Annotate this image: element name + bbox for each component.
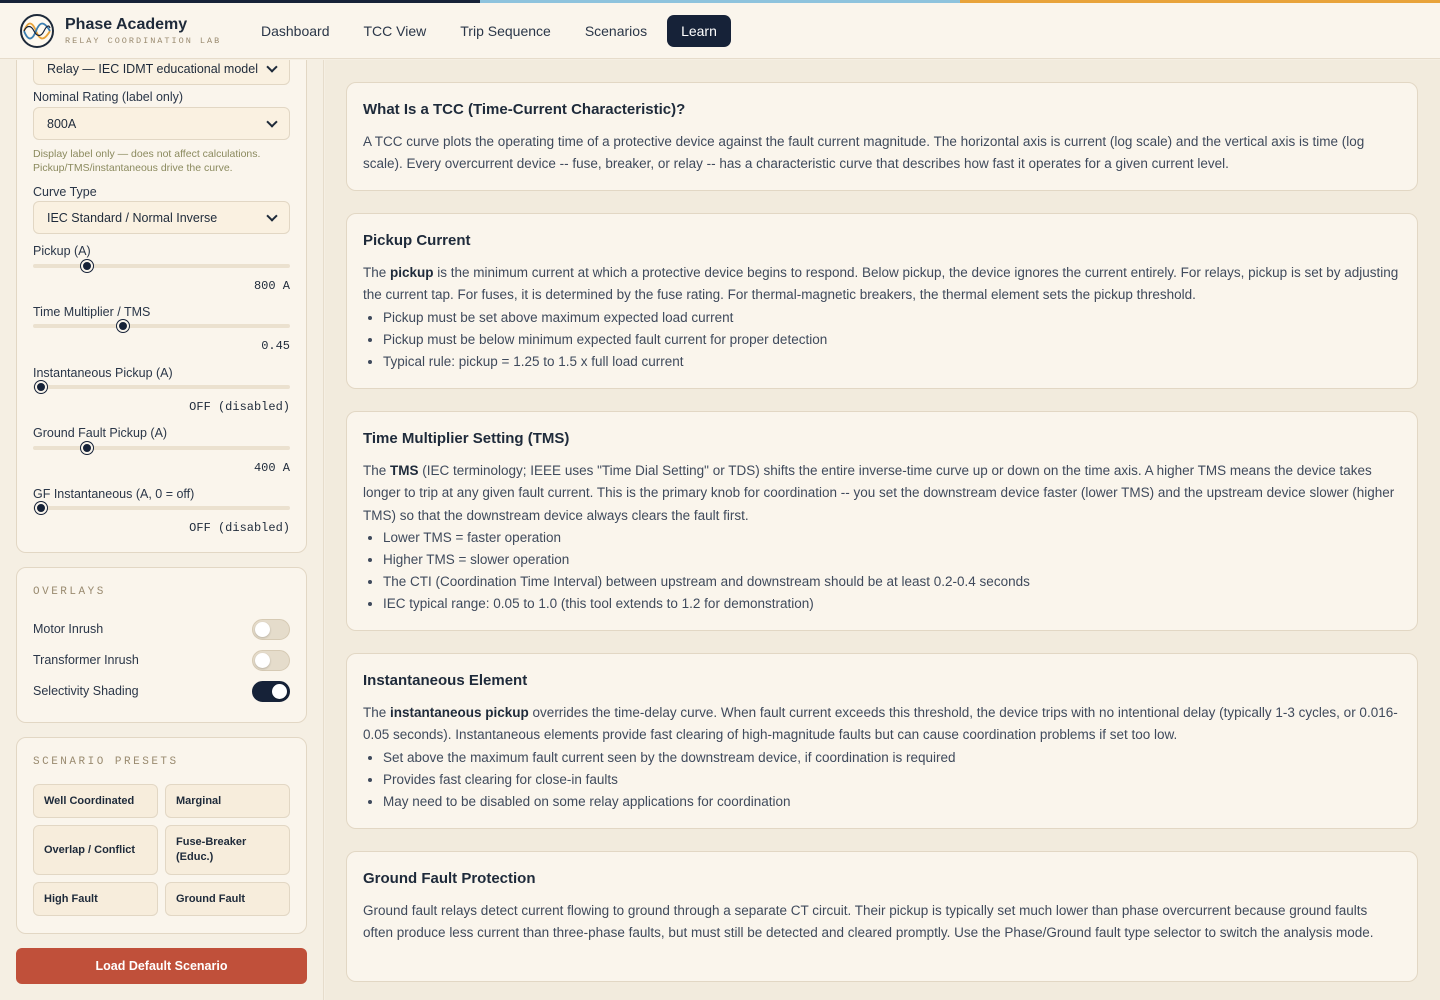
sine-wave-logo-icon	[20, 13, 54, 48]
brand-subtitle: RELAY COORDINATION LAB	[65, 35, 222, 46]
pickup-slider[interactable]	[33, 260, 290, 272]
bullet-item: Typical rule: pickup = 1.25 to 1.5 x ful…	[383, 351, 1401, 373]
card-body: The TMS (IEC terminology; IEEE uses "Tim…	[363, 463, 1395, 523]
load-default-scenario-button[interactable]: Load Default Scenario	[16, 948, 307, 984]
overlays-title: OVERLAYS	[33, 586, 106, 598]
ground-fault-pickup-slider[interactable]	[33, 442, 290, 454]
ground-fault-pickup-value: 400 A	[253, 461, 290, 475]
instantaneous-pickup-slider[interactable]	[33, 381, 290, 393]
nav-scenarios[interactable]: Scenarios	[571, 15, 661, 47]
card-pickup-current: Pickup Current The pickup is the minimum…	[346, 213, 1418, 389]
instantaneous-pickup-label: Instantaneous Pickup (A)	[33, 366, 173, 380]
curve-type-value: IEC Standard / Normal Inverse	[47, 210, 218, 225]
transformer-inrush-toggle[interactable]	[252, 649, 290, 671]
nominal-rating-select[interactable]: 800A	[33, 107, 290, 140]
card-title: What Is a TCC (Time-Current Characterist…	[363, 101, 686, 118]
pickup-label: Pickup (A)	[33, 244, 91, 258]
overlays-panel: OVERLAYS Motor Inrush Transformer Inrush…	[16, 567, 307, 723]
toggle-label: Motor Inrush	[33, 622, 104, 636]
main-nav: Dashboard TCC View Trip Sequence Scenari…	[247, 14, 737, 47]
chevron-down-icon	[266, 115, 278, 128]
bullet-item: May need to be disabled on some relay ap…	[383, 791, 1401, 813]
tms-label: Time Multiplier / TMS	[33, 305, 151, 319]
brand-name: Phase Academy	[65, 15, 188, 33]
card-title: Pickup Current	[363, 232, 471, 249]
card-bullet-list: Lower TMS = faster operationHigher TMS =…	[363, 527, 1401, 615]
card-instantaneous-element: Instantaneous Element The instantaneous …	[346, 653, 1418, 829]
nominal-rating-hint: Display label only — does not affect cal…	[33, 148, 261, 174]
bullet-item: Higher TMS = slower operation	[383, 549, 1401, 571]
gf-instantaneous-slider[interactable]	[33, 502, 290, 514]
key-term: pickup	[390, 265, 434, 280]
preset-marginal-button[interactable]: Marginal	[165, 784, 290, 818]
toggle-label: Selectivity Shading	[33, 684, 139, 698]
card-body: Ground fault relays detect current flowi…	[363, 903, 1374, 941]
bullet-item: Lower TMS = faster operation	[383, 527, 1401, 549]
pickup-slider-thumb[interactable]	[80, 260, 93, 272]
card-bullet-list: Pickup must be set above maximum expecte…	[363, 307, 1401, 373]
bullet-item: The CTI (Coordination Time Interval) bet…	[383, 571, 1401, 593]
card-what-is-tcc: What Is a TCC (Time-Current Characterist…	[346, 82, 1418, 191]
settings-sidebar[interactable]: Relay — IEC IDMT educational model Nomin…	[0, 60, 324, 1000]
preset-overlap-conflict-button[interactable]: Overlap / Conflict	[33, 825, 158, 875]
pickup-value: 800 A	[253, 279, 290, 293]
bullet-item: Pickup must be below minimum expected fa…	[383, 329, 1401, 351]
preset-fuse-breaker-button[interactable]: Fuse-Breaker (Educ.)	[165, 825, 290, 875]
card-body: A TCC curve plots the operating time of …	[363, 134, 1365, 172]
device-model-value: Relay — IEC IDMT educational model	[47, 61, 258, 76]
ground-fault-pickup-label: Ground Fault Pickup (A)	[33, 426, 168, 440]
instantaneous-slider-thumb[interactable]	[34, 381, 47, 393]
card-tms: Time Multiplier Setting (TMS) The TMS (I…	[346, 411, 1418, 631]
card-title: Ground Fault Protection	[363, 870, 536, 887]
card-title: Time Multiplier Setting (TMS)	[363, 430, 570, 447]
nav-trip-sequence[interactable]: Trip Sequence	[446, 15, 565, 47]
toggle-row-transformer-inrush: Transformer Inrush	[33, 649, 290, 671]
chevron-down-icon	[266, 60, 278, 73]
nav-tcc-view[interactable]: TCC View	[350, 15, 441, 47]
selectivity-shading-toggle[interactable]	[252, 680, 290, 702]
curve-type-select[interactable]: IEC Standard / Normal Inverse	[33, 201, 290, 234]
toggle-label: Transformer Inrush	[33, 653, 139, 667]
chevron-down-icon	[266, 209, 278, 222]
card-body: The instantaneous pickup overrides the t…	[363, 705, 1398, 743]
scenario-presets-title: SCENARIO PRESETS	[33, 756, 179, 768]
device-model-select[interactable]: Relay — IEC IDMT educational model	[33, 60, 290, 85]
key-term: instantaneous pickup	[390, 705, 529, 720]
nav-dashboard[interactable]: Dashboard	[247, 15, 344, 47]
bullet-item: IEC typical range: 0.05 to 1.0 (this too…	[383, 593, 1401, 615]
tms-value: 0.45	[261, 339, 290, 353]
gf-instantaneous-slider-thumb[interactable]	[34, 502, 47, 514]
toggle-row-selectivity-shading: Selectivity Shading	[33, 680, 290, 702]
card-ground-fault-protection: Ground Fault Protection Ground fault rel…	[346, 851, 1418, 982]
bullet-item: Pickup must be set above maximum expecte…	[383, 307, 1401, 329]
tms-slider[interactable]	[33, 320, 290, 332]
instantaneous-pickup-value: OFF (disabled)	[189, 400, 290, 414]
brand[interactable]: Phase Academy RELAY COORDINATION LAB	[20, 13, 247, 48]
key-term: TMS	[390, 463, 419, 478]
tms-slider-thumb[interactable]	[116, 320, 129, 332]
gf-instantaneous-value: OFF (disabled)	[189, 521, 290, 535]
scenario-presets-panel: SCENARIO PRESETS Well Coordinated Margin…	[16, 737, 307, 934]
nominal-rating-label: Nominal Rating (label only)	[33, 90, 184, 104]
learn-content: What Is a TCC (Time-Current Characterist…	[325, 60, 1440, 1000]
bullet-item: Provides fast clearing for close-in faul…	[383, 769, 1401, 791]
curve-type-label: Curve Type	[33, 185, 97, 199]
preset-well-coordinated-button[interactable]: Well Coordinated	[33, 784, 158, 818]
ground-fault-slider-thumb[interactable]	[80, 442, 93, 454]
gf-instantaneous-label: GF Instantaneous (A, 0 = off)	[33, 487, 195, 501]
motor-inrush-toggle[interactable]	[252, 618, 290, 640]
preset-ground-fault-button[interactable]: Ground Fault	[165, 882, 290, 916]
nominal-rating-value: 800A	[47, 116, 77, 131]
toggle-row-motor-inrush: Motor Inrush	[33, 618, 290, 640]
card-body: The pickup is the minimum current at whi…	[363, 265, 1399, 303]
bullet-item: Set above the maximum fault current seen…	[383, 747, 1401, 769]
app-header: Phase Academy RELAY COORDINATION LAB Das…	[0, 3, 1440, 59]
nav-learn[interactable]: Learn	[667, 14, 731, 47]
card-title: Instantaneous Element	[363, 672, 528, 689]
preset-high-fault-button[interactable]: High Fault	[33, 882, 158, 916]
card-bullet-list: Set above the maximum fault current seen…	[363, 747, 1401, 813]
device-settings-panel: Relay — IEC IDMT educational model Nomin…	[16, 60, 307, 553]
